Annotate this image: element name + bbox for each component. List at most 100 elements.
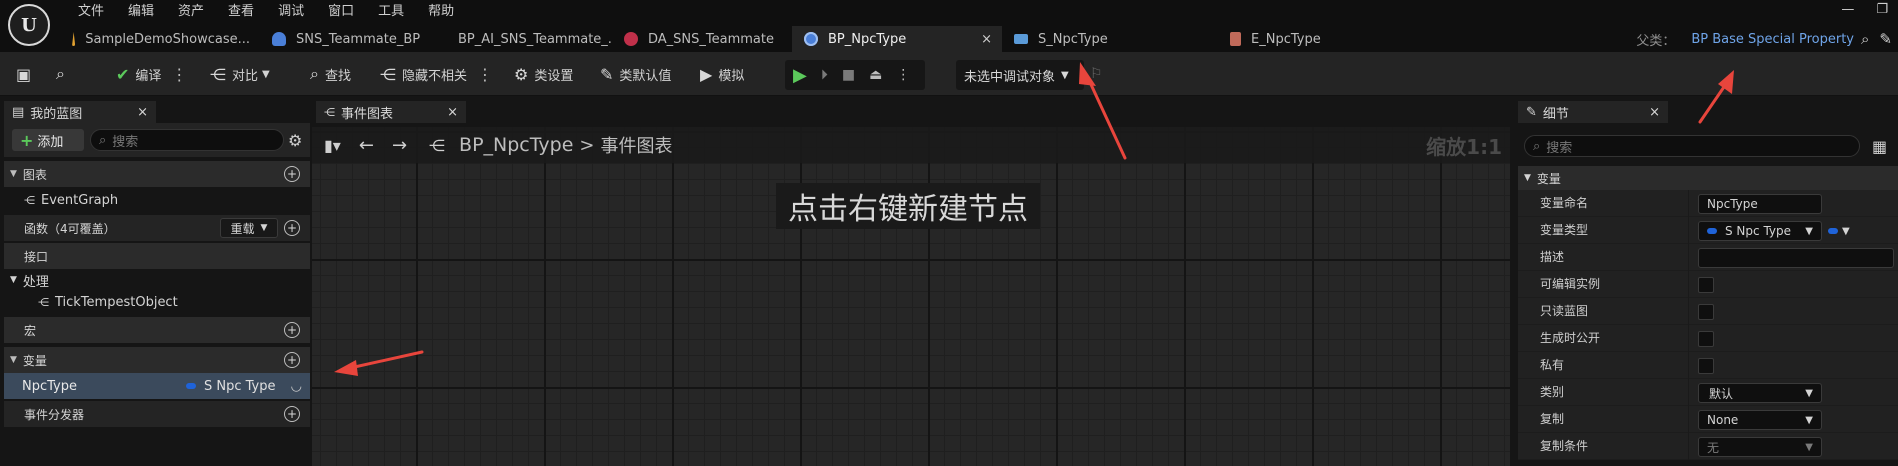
tab-my-blueprint[interactable]: ▤ 我的蓝图 × [4,101,156,123]
compile-button[interactable]: ✔ 编译 ⋮ [116,52,187,96]
menu-view[interactable]: 查看 [216,2,266,22]
stop-icon[interactable]: ■ [842,67,855,83]
class-defaults-button[interactable]: ✎ 类默认值 [600,52,671,96]
breadcrumb-leaf[interactable]: 事件图表 [600,132,672,158]
details-search-input[interactable]: ⌕ 搜索 [1524,135,1860,157]
tab-details[interactable]: ✎ 细节 × [1518,101,1668,123]
diff-button[interactable]: ⋲ 对比 ▼ [210,52,270,96]
gear-icon[interactable]: ⚙ [288,131,302,150]
find-button[interactable]: ⌕ 查找 [310,52,351,96]
section-macros[interactable]: 宏 + [4,317,310,343]
variable-type-dropdown[interactable]: S Npc Type ▼ [1698,221,1822,241]
container-type-dropdown[interactable]: ▼ [1826,221,1858,241]
class-defaults-icon: ✎ [600,64,614,84]
tick-tempest-item[interactable]: ⋲ TickTempestObject [4,291,310,313]
debug-filter-icon[interactable]: ⚐ [1090,66,1103,82]
event-graph-item[interactable]: ⋲ EventGraph [4,189,310,211]
view-options-icon[interactable]: ▦ [1872,137,1887,156]
tab-da-sns-teammate[interactable]: DA_SNS_Teammate [612,26,792,52]
edit-icon[interactable]: ✎ [1879,30,1892,48]
step-icon[interactable]: ⏵ [821,67,828,83]
bookmark-icon[interactable]: ▮▾ [324,136,341,155]
toolbar: ▣ ⌕ ✔ 编译 ⋮ ⋲ 对比 ▼ ⌕ 查找 ⋲ 隐藏不相关 ⋮ ⚙ 类设置 ✎… [0,52,1898,96]
back-arrow-icon[interactable]: ← [359,135,374,156]
add-macro-icon[interactable]: + [284,322,300,338]
close-icon[interactable]: × [1649,105,1660,120]
section-interfaces[interactable]: 接口 [4,243,310,269]
search-icon[interactable]: ⌕ [1861,30,1869,48]
category-combo[interactable]: 默认 ▼ [1698,383,1822,403]
breadcrumb-root[interactable]: BP_NpcType [459,134,573,156]
menu-edit[interactable]: 编辑 [116,2,166,22]
description-field[interactable] [1698,248,1894,268]
breadcrumb-separator: > [579,134,595,156]
event-graph-canvas[interactable]: ▮▾ ← → ⋲ BP_NpcType > 事件图表 缩放1:1 点击右键新建节… [312,127,1510,466]
close-icon[interactable]: × [137,105,148,120]
menu-debug[interactable]: 调试 [266,2,316,22]
section-variables[interactable]: ▼ 变量 + [4,347,310,373]
simulate-button[interactable]: ▶ 模拟 [700,52,744,96]
visibility-icon[interactable]: ◡ [291,379,302,394]
gear-icon: ⚙ [514,64,529,84]
menu-window[interactable]: 窗口 [316,2,366,22]
section-graphs[interactable]: ▼ 图表 + [4,161,310,187]
tab-event-graph[interactable]: ⋲ 事件图表 × [316,101,466,123]
replication-dropdown[interactable]: None ▼ [1698,410,1822,430]
close-icon[interactable]: × [447,105,458,120]
hide-unrelated-button[interactable]: ⋲ 隐藏不相关 ⋮ [380,52,493,96]
close-icon[interactable]: × [981,32,992,47]
private-checkbox[interactable] [1698,358,1714,374]
prop-instance-editable: 可编辑实例 [1518,271,1898,298]
tab-sns-teammate-bp[interactable]: SNS_Teammate_BP [260,26,436,52]
add-function-icon[interactable]: + [284,220,300,236]
menu-file[interactable]: 文件 [66,2,116,22]
menu-tools[interactable]: 工具 [366,2,416,22]
section-event-dispatchers[interactable]: 事件分发器 + [4,401,310,427]
variable-row-npctype[interactable]: NpcType S Npc Type ◡ [4,373,310,399]
search-input[interactable]: ⌕ 搜索 [90,129,284,151]
class-settings-button[interactable]: ⚙ 类设置 [514,52,573,96]
restore-button[interactable]: ❐ [1876,0,1888,20]
menu-help[interactable]: 帮助 [416,2,466,22]
instance-editable-checkbox[interactable] [1698,277,1714,293]
tab-bp-npctype[interactable]: BP_NpcType × [792,26,1002,52]
minimize-button[interactable]: — [1841,0,1854,20]
handling-category[interactable]: ▼ 处理 [4,269,310,291]
menu-assets[interactable]: 资产 [166,2,216,22]
override-select[interactable]: 重载 ▼ [220,218,278,238]
more-icon[interactable]: ⋮ [477,65,493,84]
forward-arrow-icon[interactable]: → [392,135,407,156]
rep-condition-dropdown[interactable]: 无 ▼ [1698,437,1822,457]
add-dispatcher-icon[interactable]: + [284,406,300,422]
chevron-down-icon: ▼ [1061,69,1069,81]
chevron-down-icon: ▼ [1805,387,1813,399]
section-functions[interactable]: 函数（4可覆盖） 重载 ▼ + [4,215,310,241]
unreal-logo[interactable]: U [8,4,50,46]
blueprint-readonly-checkbox[interactable] [1698,304,1714,320]
add-button[interactable]: + 添加 [12,129,84,151]
graph-icon: ⋲ [24,193,35,207]
expose-on-spawn-checkbox[interactable] [1698,331,1714,347]
parent-class-link[interactable]: BP Base Special Property [1691,32,1854,47]
add-graph-icon[interactable]: + [284,166,300,182]
variable-name-field[interactable]: NpcType [1698,194,1822,214]
save-button[interactable]: ▣ [16,52,37,96]
more-icon[interactable]: ⋮ [171,65,187,84]
tab-s-npctype[interactable]: S_NpcType [1002,26,1218,52]
eject-icon[interactable]: ⏏ [869,67,882,83]
prop-category: 类别 默认 ▼ [1518,379,1898,406]
parent-class-label: 父类： [1636,33,1676,49]
tab-e-npctype[interactable]: E_NpcType [1218,26,1398,52]
variable-type: S Npc Type [186,379,276,394]
debug-object-select[interactable]: 未选中调试对象 ▼ [956,60,1084,90]
graph-nav-bar: ▮▾ ← → ⋲ BP_NpcType > 事件图表 缩放1:1 [312,127,1510,163]
tab-sample-demo[interactable]: SampleDemoShowcase... [60,26,260,52]
search-icon: ⌕ [99,132,107,148]
play-controls: ▶ ⏵ ■ ⏏ ⋮ [785,60,925,90]
browse-button[interactable]: ⌕ [56,52,71,96]
more-icon[interactable]: ⋮ [896,67,910,83]
details-section-variable[interactable]: ▼ 变量 [1518,166,1898,190]
add-variable-icon[interactable]: + [284,352,300,368]
tab-bp-ai-sns-teammate[interactable]: BP_AI_SNS_Teammate_... [436,26,620,52]
play-icon[interactable]: ▶ [793,65,807,86]
